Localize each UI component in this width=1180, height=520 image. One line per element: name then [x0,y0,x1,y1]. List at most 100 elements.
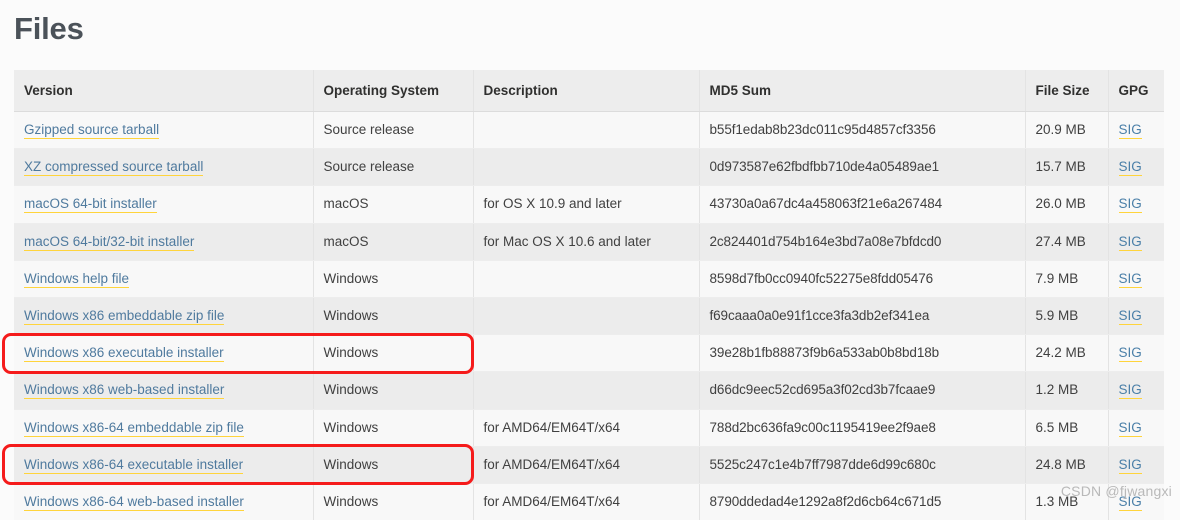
cell-md5-sum: 39e28b1fb88873f9b6a533ab0b8bd18b [699,335,1025,372]
table-row: Gzipped source tarball Source release b55f… [14,112,1164,149]
table-row: macOS 64-bit installer macOSfor OS X 10.9… [14,186,1164,223]
cell-version: macOS 64-bit installer [14,186,313,223]
cell-version: Windows x86 web-based installer [14,372,313,409]
cell-description [473,260,699,297]
cell-description [473,112,699,149]
cell-operating-system: Windows [313,335,473,372]
files-page: Files Version Operating System Descripti… [0,0,1180,502]
csdn-watermark: CSDN @fjwangxi [1061,483,1172,499]
table-body: Gzipped source tarball Source release b55f… [14,112,1164,520]
column-header-version: Version [14,70,313,112]
cell-file-size: 24.2 MB [1025,335,1108,372]
cell-file-size: 6.5 MB [1025,409,1108,446]
cell-operating-system: Windows [313,409,473,446]
cell-file-size: 7.9 MB [1025,260,1108,297]
cell-file-size: 1.2 MB [1025,372,1108,409]
version-download-link[interactable]: macOS 64-bit/32-bit installer [24,234,194,251]
cell-gpg: SIG [1108,409,1164,446]
cell-md5-sum: f69caaa0a0e91f1cce3fa3db2ef341ea [699,297,1025,334]
cell-gpg: SIG [1108,223,1164,260]
cell-description: for OS X 10.9 and later [473,186,699,223]
cell-operating-system: Source release [313,149,473,186]
cell-md5-sum: 2c824401d754b164e3bd7a08e7bfdcd0 [699,223,1025,260]
cell-file-size: 24.8 MB [1025,446,1108,483]
column-header-filesize: File Size [1025,70,1108,112]
cell-md5-sum: 0d973587e62fbdfbb710de4a05489ae1 [699,149,1025,186]
cell-description [473,149,699,186]
version-download-link[interactable]: Windows x86-64 embeddable zip file [24,420,244,437]
cell-file-size: 15.7 MB [1025,149,1108,186]
cell-version: Windows x86-64 embeddable zip file [14,409,313,446]
cell-file-size: 27.4 MB [1025,223,1108,260]
cell-operating-system: macOS [313,186,473,223]
cell-description: for AMD64/EM64T/x64 [473,409,699,446]
gpg-sig-link[interactable]: SIG [1119,308,1142,325]
files-table: Version Operating System Description MD5… [14,70,1164,520]
table-row: Windows x86-64 executable installer Windo… [14,446,1164,483]
table-row: Windows x86-64 embeddable zip file Window… [14,409,1164,446]
cell-version: XZ compressed source tarball [14,149,313,186]
cell-gpg: SIG [1108,372,1164,409]
version-download-link[interactable]: Windows x86 embeddable zip file [24,308,224,325]
cell-gpg: SIG [1108,446,1164,483]
cell-version: Windows x86-64 executable installer [14,446,313,483]
table-row: Windows x86 web-based installer Windows d6… [14,372,1164,409]
cell-md5-sum: 43730a0a67dc4a458063f21e6a267484 [699,186,1025,223]
cell-file-size: 20.9 MB [1025,112,1108,149]
column-header-md5: MD5 Sum [699,70,1025,112]
cell-gpg: SIG [1108,335,1164,372]
cell-version: Windows x86 embeddable zip file [14,297,313,334]
version-download-link[interactable]: Windows help file [24,271,129,288]
cell-operating-system: Windows [313,372,473,409]
table-row: Windows x86 embeddable zip file Windows f6… [14,297,1164,334]
cell-description: for Mac OS X 10.6 and later [473,223,699,260]
gpg-sig-link[interactable]: SIG [1119,420,1142,437]
table-row: macOS 64-bit/32-bit installer macOSfor Ma… [14,223,1164,260]
gpg-sig-link[interactable]: SIG [1119,122,1142,139]
table-row: Windows help fileWindows8598d7fb0cc0940f… [14,260,1164,297]
cell-gpg: SIG [1108,186,1164,223]
version-download-link[interactable]: Gzipped source tarball [24,122,159,139]
column-header-gpg: GPG [1108,70,1164,112]
gpg-sig-link[interactable]: SIG [1119,271,1142,288]
cell-gpg: SIG [1108,297,1164,334]
cell-md5-sum: 788d2bc636fa9c00c1195419ee2f9ae8 [699,409,1025,446]
version-download-link[interactable]: Windows x86-64 web-based installer [24,494,244,511]
page-title: Files [0,0,1180,47]
cell-description: for AMD64/EM64T/x64 [473,446,699,483]
table-header: Version Operating System Description MD5… [14,70,1164,112]
version-download-link[interactable]: macOS 64-bit installer [24,196,157,213]
version-download-link[interactable]: Windows x86 executable installer [24,345,224,362]
cell-gpg: SIG [1108,149,1164,186]
cell-version: Gzipped source tarball [14,112,313,149]
table-header-row: Version Operating System Description MD5… [14,70,1164,112]
cell-md5-sum: 5525c247c1e4b7ff7987dde6d99c680c [699,446,1025,483]
cell-version: Windows help file [14,260,313,297]
gpg-sig-link[interactable]: SIG [1119,159,1142,176]
cell-description [473,372,699,409]
gpg-sig-link[interactable]: SIG [1119,382,1142,399]
cell-operating-system: macOS [313,223,473,260]
cell-gpg: SIG [1108,260,1164,297]
cell-md5-sum: 8598d7fb0cc0940fc52275e8fdd05476 [699,260,1025,297]
gpg-sig-link[interactable]: SIG [1119,196,1142,213]
cell-description [473,297,699,334]
table-row: Windows x86 executable installer Windows 3… [14,335,1164,372]
version-download-link[interactable]: Windows x86 web-based installer [24,382,224,399]
cell-gpg: SIG [1108,112,1164,149]
gpg-sig-link[interactable]: SIG [1119,345,1142,362]
cell-file-size: 26.0 MB [1025,186,1108,223]
version-download-link[interactable]: XZ compressed source tarball [24,159,203,176]
cell-operating-system: Source release [313,112,473,149]
column-header-description: Description [473,70,699,112]
cell-operating-system: Windows [313,446,473,483]
cell-md5-sum: d66dc9eec52cd695a3f02cd3b7fcaae9 [699,372,1025,409]
cell-version: Windows x86 executable installer [14,335,313,372]
gpg-sig-link[interactable]: SIG [1119,457,1142,474]
gpg-sig-link[interactable]: SIG [1119,234,1142,251]
cell-md5-sum: b55f1edab8b23dc011c95d4857cf3356 [699,112,1025,149]
cell-version: macOS 64-bit/32-bit installer [14,223,313,260]
version-download-link[interactable]: Windows x86-64 executable installer [24,457,243,474]
cell-file-size: 5.9 MB [1025,297,1108,334]
cell-operating-system: Windows [313,297,473,334]
